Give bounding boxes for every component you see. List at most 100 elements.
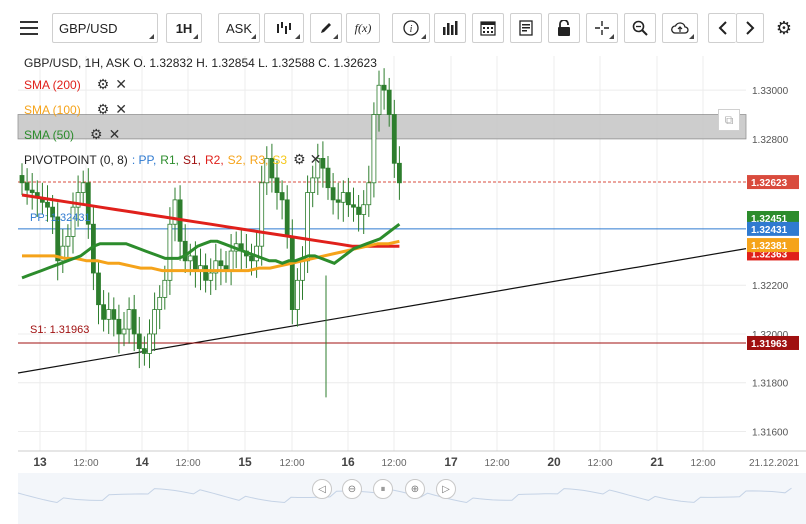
nav-reset-button[interactable]: ⏸ bbox=[373, 479, 393, 499]
bar-chart-icon bbox=[442, 21, 458, 35]
symbol-selector[interactable]: GBP/USD bbox=[52, 13, 158, 43]
gear-icon[interactable]: ⚙ bbox=[90, 126, 103, 143]
pp-badge: 1.32431 bbox=[751, 225, 788, 236]
candlestick-icon bbox=[276, 21, 292, 35]
candle-body bbox=[126, 309, 132, 330]
price-type-selector[interactable]: ASK bbox=[218, 13, 260, 43]
dropdown-caret-icon bbox=[193, 34, 198, 39]
pivot-item-pp: : PP, bbox=[131, 152, 157, 167]
pivot-item-s1: S1, bbox=[182, 152, 201, 167]
candle-body bbox=[106, 309, 112, 320]
chevron-left-icon bbox=[718, 21, 728, 35]
price-tick-label: 1.32200 bbox=[752, 281, 789, 292]
sma100-label: SMA (100) bbox=[24, 102, 81, 117]
lock-button[interactable] bbox=[548, 13, 580, 43]
chart-type-button[interactable] bbox=[264, 13, 304, 43]
time-tick-label: 13 bbox=[33, 455, 47, 469]
nav-zoom-out-button[interactable]: ⊖ bbox=[342, 479, 362, 499]
sma100-badge: 1.32381 bbox=[751, 241, 788, 252]
candle-body bbox=[351, 204, 356, 208]
candle-body bbox=[279, 192, 285, 201]
price-chart[interactable]: 1.330001.328001.322001.320001.318001.316… bbox=[0, 56, 806, 524]
close-icon[interactable]: ✕ bbox=[115, 101, 127, 118]
candle-body bbox=[366, 182, 372, 206]
candle-body bbox=[294, 279, 300, 310]
time-tick-label: 21.12.2021 bbox=[749, 458, 799, 469]
info-button[interactable]: i bbox=[392, 13, 430, 43]
crosshair-button[interactable] bbox=[586, 13, 618, 43]
candle-body bbox=[101, 304, 106, 320]
scroll-left-button[interactable] bbox=[708, 13, 736, 43]
dropdown-caret-icon bbox=[251, 34, 256, 39]
s1-badge: 1.31963 bbox=[751, 339, 788, 350]
report-button[interactable] bbox=[510, 13, 542, 43]
calendar-button[interactable] bbox=[472, 13, 504, 43]
candle-body bbox=[289, 236, 295, 310]
dropdown-caret-icon bbox=[421, 34, 426, 39]
pivot-item-r1: R1, bbox=[160, 152, 179, 167]
candle-body bbox=[325, 167, 331, 189]
time-tick-label: 12:00 bbox=[587, 458, 612, 469]
resistance-band bbox=[17, 114, 747, 140]
candle-body bbox=[310, 177, 316, 193]
candle-body bbox=[356, 206, 362, 215]
gear-icon[interactable]: ⚙ bbox=[293, 151, 306, 168]
triangle-right-icon: ▷ bbox=[442, 483, 450, 495]
candle-body bbox=[121, 328, 127, 335]
time-tick-label: 12:00 bbox=[279, 458, 304, 469]
pivot-item-r2: R2, bbox=[204, 152, 224, 167]
timeframe-selector[interactable]: 1H bbox=[166, 13, 202, 43]
price-type-label: ASK bbox=[225, 20, 252, 36]
candle-body bbox=[131, 309, 137, 335]
indicators-button[interactable]: f(x) bbox=[346, 13, 380, 43]
candle-body bbox=[335, 199, 341, 203]
candle-body bbox=[157, 296, 163, 310]
volume-button[interactable] bbox=[434, 13, 466, 43]
candle-body bbox=[19, 175, 25, 184]
pivot-label: PIVOTPOINT (0, 8) bbox=[24, 152, 128, 167]
time-tick-label: 20 bbox=[547, 455, 561, 469]
candle-body bbox=[218, 260, 224, 267]
reset-icon: ⏸ bbox=[380, 483, 386, 495]
chart-area[interactable]: 1.33000 1.32800 1.32200 1.32000 1.31800 1.316… bbox=[0, 56, 806, 524]
nav-prev-button[interactable]: ◁ bbox=[312, 479, 332, 499]
close-icon[interactable]: ✕ bbox=[310, 151, 322, 168]
settings-button[interactable]: ⚙ bbox=[770, 13, 798, 43]
current-price-badge: 1.32623 bbox=[751, 178, 788, 189]
gear-icon[interactable]: ⚙ bbox=[97, 101, 110, 118]
gear-icon[interactable]: ⚙ bbox=[97, 76, 110, 93]
sma200-label: SMA (200) bbox=[24, 77, 81, 92]
symbol-label: GBP/USD bbox=[59, 20, 118, 36]
price-tick-label: 1.33000 bbox=[752, 86, 789, 97]
sma200-legend: SMA (200) ⚙ ✕ bbox=[24, 76, 127, 93]
triangle-left-icon: ◁ bbox=[318, 483, 326, 495]
cloud-upload-icon bbox=[671, 21, 689, 35]
candle-body bbox=[386, 89, 392, 115]
zoom-button[interactable] bbox=[624, 13, 656, 43]
candle-body bbox=[396, 162, 402, 184]
candle-body bbox=[391, 114, 397, 164]
candle-body bbox=[330, 187, 336, 201]
candle-body bbox=[305, 192, 311, 262]
candle-body bbox=[65, 236, 71, 247]
scroll-right-button[interactable] bbox=[736, 13, 764, 43]
expand-button[interactable]: ⧉ bbox=[718, 109, 740, 131]
candle-body bbox=[172, 199, 178, 225]
close-icon[interactable]: ✕ bbox=[109, 126, 121, 143]
cloud-save-button[interactable] bbox=[662, 13, 698, 43]
crosshair-icon bbox=[594, 20, 610, 36]
zoom-in-icon: ⊕ bbox=[410, 483, 420, 495]
close-icon[interactable]: ✕ bbox=[115, 76, 127, 93]
pivot-legend: PIVOTPOINT (0, 8) : PP, R1, S1, R2, S2, … bbox=[24, 151, 321, 168]
pivot-item-s3: S3 bbox=[272, 152, 288, 167]
function-icon: f(x) bbox=[354, 20, 372, 35]
nav-next-button[interactable]: ▷ bbox=[436, 479, 456, 499]
candle-body bbox=[274, 177, 280, 193]
dropdown-caret-icon bbox=[689, 34, 694, 39]
draw-tool-button[interactable] bbox=[310, 13, 342, 43]
candle-body bbox=[249, 255, 254, 262]
candle-body bbox=[182, 240, 188, 262]
nav-zoom-in-button[interactable]: ⊕ bbox=[405, 479, 425, 499]
menu-button[interactable] bbox=[10, 13, 48, 43]
pivot-item-s2: S2, bbox=[227, 152, 246, 167]
